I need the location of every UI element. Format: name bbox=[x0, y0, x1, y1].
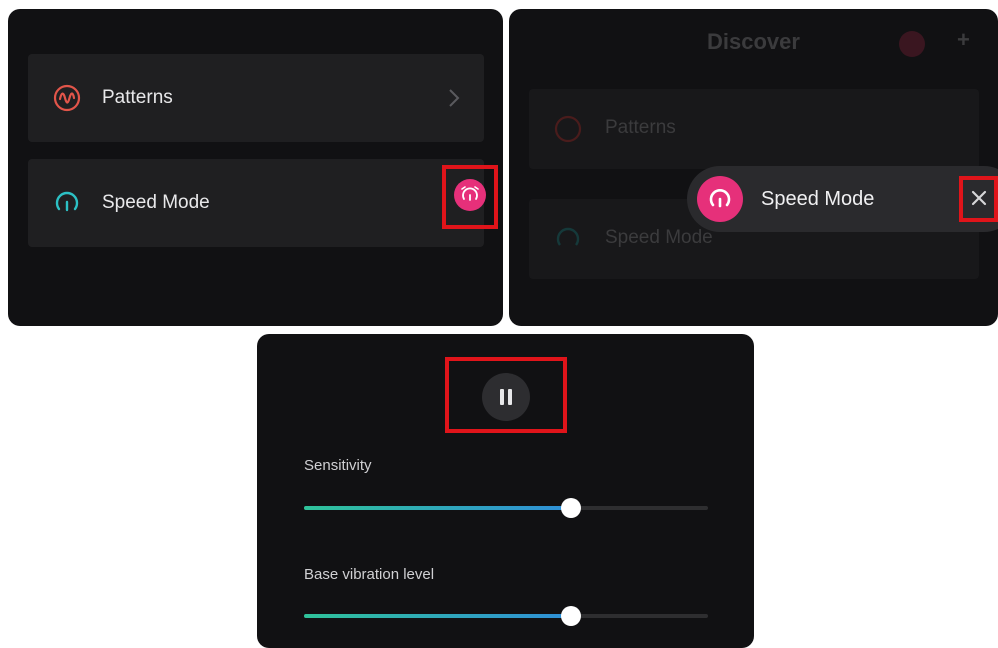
discover-panel: Discover + Patterns Speed Mode Speed Mod… bbox=[509, 9, 998, 326]
discover-title: Discover bbox=[707, 29, 800, 54]
highlight-box bbox=[442, 165, 498, 229]
faded-list-item: Patterns bbox=[529, 89, 979, 169]
patterns-wave-icon bbox=[53, 84, 81, 112]
speed-gauge-icon bbox=[556, 227, 580, 246]
faded-item-label: Patterns bbox=[605, 117, 676, 138]
list-item-speed-mode[interactable]: Speed Mode bbox=[28, 159, 484, 247]
pill-label: Speed Mode bbox=[761, 187, 875, 210]
sensitivity-slider[interactable] bbox=[304, 498, 708, 518]
patterns-wave-icon bbox=[554, 115, 582, 143]
controls-panel: Sensitivity Base vibration level bbox=[257, 334, 754, 648]
base-vibration-slider[interactable] bbox=[304, 606, 708, 626]
speed-gauge-icon bbox=[55, 191, 79, 212]
highlight-box bbox=[445, 357, 567, 433]
list-item-patterns[interactable]: Patterns bbox=[28, 54, 484, 142]
slider-knob[interactable] bbox=[560, 498, 581, 518]
slider-label-sensitivity: Sensitivity bbox=[304, 457, 372, 474]
chevron-right-icon bbox=[449, 89, 460, 107]
list-item-label: Patterns bbox=[102, 87, 173, 108]
speed-mode-badge bbox=[697, 176, 743, 222]
slider-knob[interactable] bbox=[560, 606, 581, 626]
list-panel: Patterns Speed Mode bbox=[8, 9, 503, 326]
speed-gauge-icon bbox=[709, 189, 731, 208]
highlight-box bbox=[959, 176, 998, 222]
list-item-label: Speed Mode bbox=[102, 192, 210, 213]
plus-icon: + bbox=[957, 27, 970, 52]
profile-icon bbox=[899, 31, 925, 57]
slider-fill bbox=[304, 614, 571, 618]
speed-mode-pill[interactable]: Speed Mode bbox=[687, 166, 998, 232]
faded-item-label: Speed Mode bbox=[605, 227, 713, 248]
slider-fill bbox=[304, 506, 571, 510]
slider-label-base-vibration: Base vibration level bbox=[304, 566, 435, 583]
